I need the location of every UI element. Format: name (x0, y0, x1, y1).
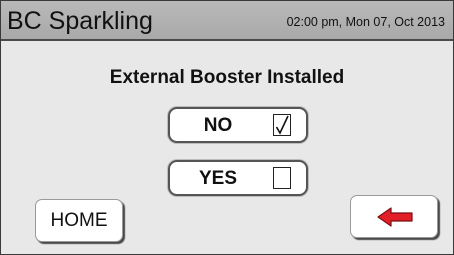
title-bar: BC Sparkling 02:00 pm, Mon 07, Oct 2013 (1, 1, 453, 41)
date-time: 02:00 pm, Mon 07, Oct 2013 (286, 15, 445, 29)
checkmark-icon (275, 115, 289, 135)
left-arrow-icon (377, 207, 413, 227)
option-yes[interactable]: YES (168, 160, 308, 196)
option-yes-checkbox[interactable] (273, 167, 291, 189)
touch-screen: BC Sparkling 02:00 pm, Mon 07, Oct 2013 … (0, 0, 454, 255)
option-no-checkbox[interactable] (273, 114, 291, 136)
app-title: BC Sparkling (7, 7, 153, 35)
back-button[interactable] (350, 195, 438, 238)
home-button[interactable]: HOME (35, 199, 123, 242)
page-heading: External Booster Installed (109, 67, 345, 88)
option-yes-label: YES (198, 168, 238, 189)
option-no[interactable]: NO (168, 107, 308, 143)
option-no-label: NO (203, 115, 233, 136)
